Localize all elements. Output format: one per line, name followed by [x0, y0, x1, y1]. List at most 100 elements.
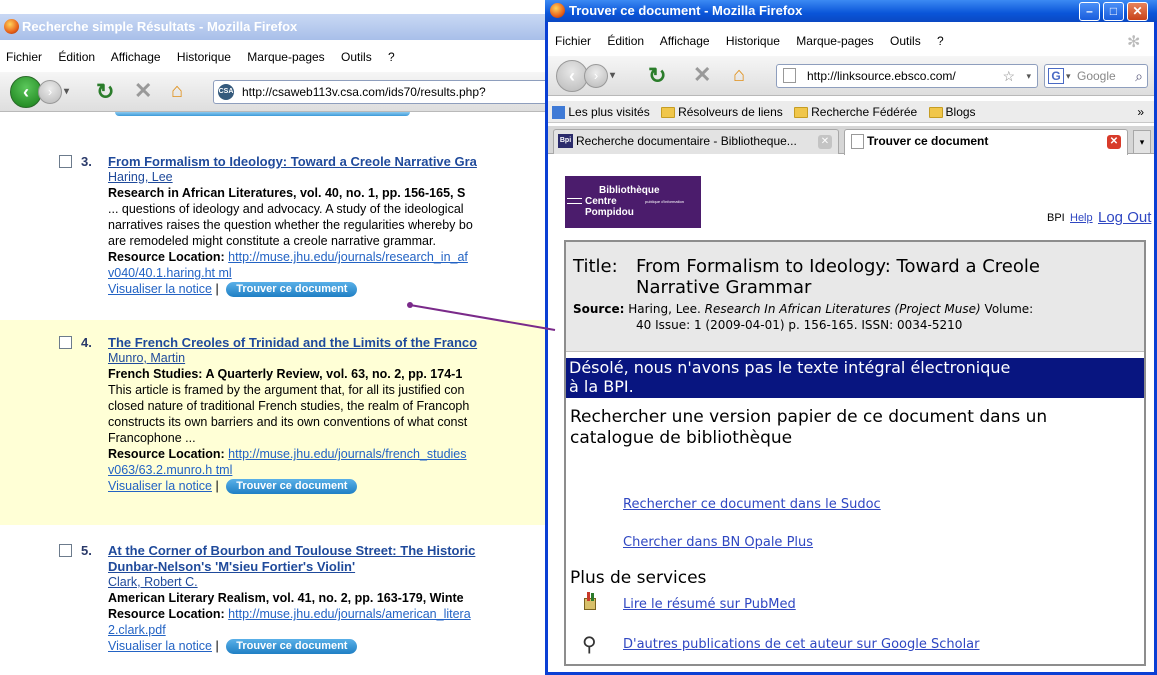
- resource-location-label: Resource Location:: [108, 250, 225, 264]
- sudoc-link[interactable]: Rechercher ce document dans le Sudoc: [623, 497, 881, 512]
- result-title-link-cont[interactable]: Dunbar-Nelson's 'M'sieu Fortier's Violin…: [108, 559, 355, 574]
- search-magnifier-icon[interactable]: ⌕: [1135, 65, 1143, 87]
- resource-location-label: Resource Location:: [108, 447, 225, 461]
- menu-fichier[interactable]: Fichier: [555, 34, 591, 48]
- menu-help[interactable]: ?: [937, 34, 944, 48]
- back-browser-window: Recherche simple Résultats - Mozilla Fir…: [0, 0, 560, 675]
- result-author-link[interactable]: Haring, Lee: [108, 170, 173, 184]
- result-checkbox[interactable]: [59, 336, 72, 349]
- engine-dropdown-icon[interactable]: ▾: [1066, 65, 1071, 87]
- visualiser-notice-link[interactable]: Visualiser la notice: [108, 479, 212, 493]
- tab-recherche-documentaire[interactable]: Bpi Recherche documentaire - Bibliothequ…: [553, 129, 839, 154]
- tab-strip: Bpi Recherche documentaire - Bibliothequ…: [548, 126, 1154, 155]
- tab-trouver-document[interactable]: Trouver ce document ✕: [844, 129, 1128, 155]
- menu-affichage[interactable]: Affichage: [111, 50, 161, 64]
- result-abstract-line: narratives raises the question whether t…: [108, 218, 473, 232]
- menu-outils[interactable]: Outils: [341, 50, 372, 64]
- front-url-text: http://linksource.ebsco.com/: [807, 69, 956, 83]
- result-title-link[interactable]: The French Creoles of Trinidad and the L…: [108, 335, 477, 350]
- menu-historique[interactable]: Historique: [177, 50, 231, 64]
- front-address-bar[interactable]: http://linksource.ebsco.com/ ☆ ▾: [776, 64, 1038, 88]
- result-abstract-line: are remodeled might constitute a creole …: [108, 234, 436, 248]
- stop-icon[interactable]: ✕: [134, 79, 152, 103]
- stop-icon[interactable]: ✕: [693, 63, 711, 87]
- google-engine-icon[interactable]: G: [1048, 68, 1064, 84]
- sorry-line-1: Désolé, nous n'avons pas le texte intégr…: [569, 358, 1011, 377]
- help-link[interactable]: Help: [1070, 212, 1093, 224]
- menu-marque-pages[interactable]: Marque-pages: [796, 34, 873, 48]
- close-window-icon[interactable]: ✕: [1127, 2, 1148, 21]
- bookmark-recherche-federee[interactable]: Recherche Fédérée: [811, 105, 917, 119]
- menu-help[interactable]: ?: [388, 50, 395, 64]
- resource-url-link[interactable]: http://muse.jhu.edu/journals/american_li…: [228, 607, 471, 621]
- front-navigation-bar: ‹ › ▾ ↻ ✕ ⌂ http://linksource.ebsco.com/…: [548, 56, 1154, 96]
- separator: |: [215, 639, 219, 653]
- pubmed-link[interactable]: Lire le résumé sur PubMed: [623, 597, 796, 612]
- resource-url-link-cont[interactable]: v040/40.1.haring.ht ml: [108, 266, 232, 280]
- resource-url-link-cont[interactable]: 2.clark.pdf: [108, 623, 166, 637]
- menu-outils[interactable]: Outils: [890, 34, 921, 48]
- result-item-5: 5. At the Corner of Bourbon and Toulouse…: [0, 530, 560, 675]
- resource-url-link[interactable]: http://muse.jhu.edu/journals/french_stud…: [228, 447, 466, 461]
- visualiser-notice-link[interactable]: Visualiser la notice: [108, 282, 212, 296]
- menu-affichage[interactable]: Affichage: [660, 34, 710, 48]
- home-icon[interactable]: ⌂: [733, 63, 745, 87]
- plus-services-heading: Plus de services: [570, 568, 707, 588]
- back-navigation-bar: ‹ › ▾ ↻ ✕ ⌂ CSA http://csaweb113v.csa.co…: [0, 72, 560, 112]
- maximize-icon[interactable]: □: [1103, 2, 1124, 21]
- result-source: French Studies: A Quarterly Review, vol.…: [108, 367, 463, 381]
- bookmark-star-icon[interactable]: ☆: [1002, 65, 1015, 87]
- trouver-document-button[interactable]: Trouver ce document: [226, 282, 358, 298]
- resource-url-link[interactable]: http://muse.jhu.edu/journals/research_in…: [228, 250, 468, 264]
- forward-arrow-icon[interactable]: ›: [38, 80, 62, 104]
- search-box[interactable]: G ▾ Google ⌕: [1044, 64, 1148, 88]
- bookmark-blogs[interactable]: Blogs: [946, 105, 976, 119]
- menu-edition[interactable]: Édition: [58, 50, 95, 64]
- tab-close-icon[interactable]: ✕: [1107, 135, 1121, 149]
- tab-list-icon[interactable]: ▾: [1133, 130, 1151, 154]
- source-label: Source:: [573, 302, 625, 316]
- result-author-link[interactable]: Munro, Martin: [108, 351, 185, 365]
- url-dropdown-icon[interactable]: ▾: [1026, 65, 1031, 87]
- back-address-bar[interactable]: CSA http://csaweb113v.csa.com/ids70/resu…: [213, 80, 560, 104]
- logout-link[interactable]: Log Out: [1098, 209, 1151, 226]
- bookmark-resolveurs[interactable]: Résolveurs de liens: [678, 105, 783, 119]
- result-item-4: 4. The French Creoles of Trinidad and th…: [0, 320, 560, 525]
- result-author-link[interactable]: Clark, Robert C.: [108, 575, 198, 589]
- reload-icon[interactable]: ↻: [648, 64, 666, 88]
- result-checkbox[interactable]: [59, 155, 72, 168]
- menu-edition[interactable]: Édition: [607, 34, 644, 48]
- back-title-bar: Recherche simple Résultats - Mozilla Fir…: [0, 14, 560, 40]
- menu-historique[interactable]: Historique: [726, 34, 780, 48]
- tab-close-icon[interactable]: ✕: [818, 135, 832, 149]
- result-checkbox[interactable]: [59, 544, 72, 557]
- trouver-document-button[interactable]: Trouver ce document: [226, 639, 358, 655]
- source-details: 40 Issue: 1 (2009-04-01) p. 156-165. ISS…: [636, 318, 963, 332]
- back-url-text: http://csaweb113v.csa.com/ids70/results.…: [242, 85, 486, 99]
- result-source: Research in African Literatures, vol. 40…: [108, 186, 466, 200]
- source-author: Haring, Lee.: [628, 302, 701, 316]
- trouver-document-button[interactable]: Trouver ce document: [226, 479, 358, 495]
- citation-header: Title: From Formalism to Ideology: Towar…: [566, 242, 1144, 352]
- history-dropdown-icon[interactable]: ▾: [64, 80, 69, 104]
- menu-fichier[interactable]: Fichier: [6, 50, 42, 64]
- minimize-icon[interactable]: –: [1079, 2, 1100, 21]
- bookmark-most-visited[interactable]: Les plus visités: [568, 105, 649, 119]
- visualiser-notice-link[interactable]: Visualiser la notice: [108, 639, 212, 653]
- bn-opale-link[interactable]: Chercher dans BN Opale Plus: [623, 535, 813, 550]
- bookmarks-overflow-icon[interactable]: »: [1137, 101, 1144, 123]
- menu-marque-pages[interactable]: Marque-pages: [247, 50, 324, 64]
- back-menu-bar: Fichier Édition Affichage Historique Mar…: [6, 46, 408, 68]
- back-window-title: Recherche simple Résultats - Mozilla Fir…: [22, 19, 298, 34]
- result-title-link[interactable]: From Formalism to Ideology: Toward a Cre…: [108, 154, 477, 169]
- resource-url-link-cont[interactable]: v063/63.2.munro.h tml: [108, 463, 232, 477]
- forward-arrow-icon[interactable]: ›: [584, 64, 608, 88]
- folder-icon: [794, 107, 809, 119]
- reload-icon[interactable]: ↻: [96, 80, 114, 104]
- firefox-logo-icon: [4, 19, 19, 34]
- logo-line-3: Pompidou: [585, 207, 634, 218]
- google-scholar-link[interactable]: D'autres publications de cet auteur sur …: [623, 637, 980, 652]
- home-icon[interactable]: ⌂: [171, 79, 183, 103]
- result-title-link[interactable]: At the Corner of Bourbon and Toulouse St…: [108, 543, 475, 558]
- history-dropdown-icon[interactable]: ▾: [610, 64, 615, 88]
